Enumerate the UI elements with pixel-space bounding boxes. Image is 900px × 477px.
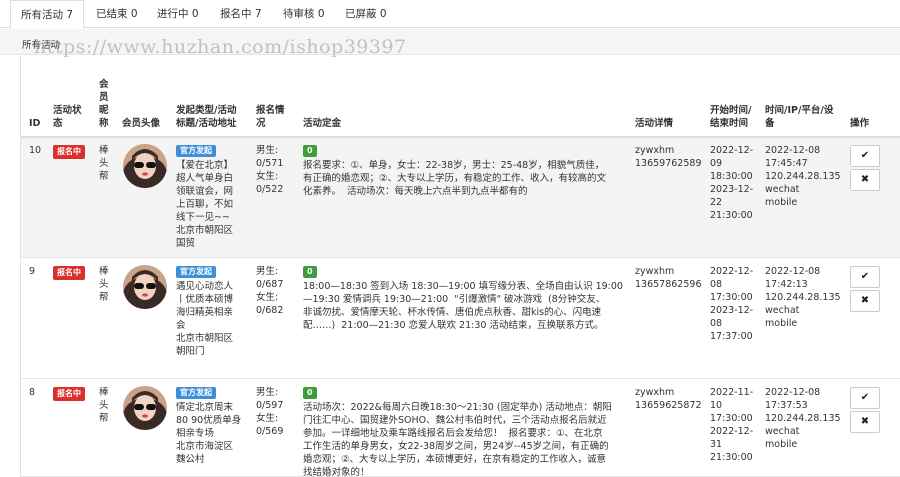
col-meta: 时间/IP/平台/设 备: [765, 105, 834, 129]
title-cell: 官方发起 遇见心动恋人 丨优质本硕博 海归精英相亲 会 北京市朝阳区 朝阳门: [176, 265, 254, 358]
activity-content: 18:00—18:30 签到入场 18:30—19:00 填写缘分表、全场自由认…: [303, 281, 623, 331]
signup-count: 男生: 0/571 女生: 0/522: [256, 145, 284, 195]
status-cell: 报名中: [53, 266, 85, 280]
avatar: [123, 144, 167, 188]
fee-badge: 0: [303, 387, 317, 399]
col-status: 活动状 态: [53, 105, 82, 129]
avatar: [123, 386, 167, 430]
fee-badge: 0: [303, 266, 317, 278]
row-id: 10: [29, 145, 42, 156]
title-cell: 官方发起 【爱在北京】 超人气单身白 领联谊会，网 上百聊，不如 线下一见~~ …: [176, 144, 254, 250]
col-id: ID: [29, 118, 41, 129]
col-nickname: 会 员 昵 称: [99, 79, 109, 129]
activity-detail: zywxhm 13659625872: [635, 387, 702, 411]
time-ip-platform: 2022-12-08 17:42:13 120.244.28.135 wecha…: [765, 266, 841, 329]
status-cell: 报名中: [53, 387, 85, 401]
status-badge: 报名中: [53, 266, 85, 280]
tab-blocked[interactable]: 已屏蔽 0: [335, 0, 397, 28]
fee-cell: 0 18:00—18:30 签到入场 18:30—19:00 填写缘分表、全场自…: [303, 265, 629, 332]
activity-title[interactable]: 【爱在北京】 超人气单身白 领联谊会，网 上百聊，不如 线下一见~~ 北京市朝阳…: [176, 159, 254, 250]
reject-button[interactable]: ✖: [850, 290, 880, 312]
avatar-portrait: [123, 144, 167, 188]
activity-content: 活动场次：2022&每周六日晚18:30～21:30 (固定举办) 活动地点：朝…: [303, 402, 612, 477]
status-cell: 报名中: [53, 145, 85, 159]
start-end-time: 2022-12- 08 17:30:00 2023-12- 08 17:37:0…: [710, 266, 754, 342]
approve-button[interactable]: ✔: [850, 387, 880, 409]
official-badge: 官方发起: [176, 145, 216, 157]
avatar: [123, 265, 167, 309]
official-badge: 官方发起: [176, 387, 216, 399]
x-icon: ✖: [860, 174, 870, 185]
check-icon: ✔: [860, 150, 870, 161]
tab-all[interactable]: 所有活动 7: [10, 0, 85, 29]
row-id: 8: [29, 387, 36, 398]
breadcrumb: 所有活动: [0, 29, 900, 55]
activity-title[interactable]: 情定北京周末 80 90优质单身 相亲专场 北京市海淀区 魏公村: [176, 401, 254, 466]
table-row: 10 报名中 棒 头 帮 官方发起 【爱在北京】 超人气单身白 领联谊会，网 上…: [21, 138, 900, 258]
activity-table: ID 活动状 态 会 员 昵 称 会员头像 发起类型/活动 标题/活动地址 报名…: [20, 56, 900, 477]
breadcrumb-label: 所有活动: [22, 40, 61, 51]
official-badge: 官方发起: [176, 266, 216, 278]
col-detail: 活动详情: [635, 118, 674, 129]
col-avatar: 会员头像: [122, 118, 161, 129]
row-nickname: 棒 头 帮: [99, 387, 109, 424]
status-badge: 报名中: [53, 387, 85, 401]
fee-badge: 0: [303, 145, 317, 157]
col-type-title: 发起类型/活动 标题/活动地址: [176, 105, 237, 129]
x-icon: ✖: [860, 416, 870, 427]
col-ops: 操作: [850, 118, 870, 129]
col-time: 开始时间/ 结束时间: [710, 105, 752, 129]
col-signup: 报名情 况: [256, 105, 285, 129]
activity-title[interactable]: 遇见心动恋人 丨优质本硕博 海归精英相亲 会 北京市朝阳区 朝阳门: [176, 280, 254, 358]
fee-cell: 0 活动场次：2022&每周六日晚18:30～21:30 (固定举办) 活动地点…: [303, 386, 629, 477]
table-row: 9 报名中 棒 头 帮 官方发起 遇见心动恋人 丨优质本硕博 海归精英相亲 会 …: [21, 259, 900, 379]
time-ip-platform: 2022-12-08 17:37:53 120.244.28.135 wecha…: [765, 387, 841, 450]
avatar-portrait: [123, 265, 167, 309]
row-nickname: 棒 头 帮: [99, 145, 109, 182]
title-cell: 官方发起 情定北京周末 80 90优质单身 相亲专场 北京市海淀区 魏公村: [176, 386, 254, 466]
start-end-time: 2022-12- 09 18:30:00 2023-12- 22 21:30:0…: [710, 145, 754, 221]
x-icon: ✖: [860, 295, 870, 306]
avatar-portrait: [123, 386, 167, 430]
tab-pending[interactable]: 待审核 0: [273, 0, 335, 28]
activity-detail: zywxhm 13659762589: [635, 145, 702, 169]
reject-button[interactable]: ✖: [850, 169, 880, 191]
tab-ongoing[interactable]: 进行中 0: [147, 0, 209, 28]
check-icon: ✔: [860, 392, 870, 403]
row-nickname: 棒 头 帮: [99, 266, 109, 303]
status-badge: 报名中: [53, 145, 85, 159]
table-row: 8 报名中 棒 头 帮 官方发起 情定北京周末 80 90优质单身 相亲专场 北…: [21, 380, 900, 477]
tab-bar: 所有活动 7 已结束 0 进行中 0 报名中 7 待审核 0 已屏蔽 0: [0, 0, 900, 29]
time-ip-platform: 2022-12-08 17:45:47 120.244.28.135 wecha…: [765, 145, 841, 208]
reject-button[interactable]: ✖: [850, 411, 880, 433]
check-icon: ✔: [860, 271, 870, 282]
fee-cell: 0 报名要求：①、单身，女士：22-38岁，男士：25-48岁，相貌气质佳， 有…: [303, 144, 629, 198]
tab-signup[interactable]: 报名中 7: [210, 0, 272, 28]
activity-content: 报名要求：①、单身，女士：22-38岁，男士：25-48岁，相貌气质佳， 有正确…: [303, 160, 607, 197]
approve-button[interactable]: ✔: [850, 145, 880, 167]
col-fee: 活动定金: [303, 118, 342, 129]
signup-count: 男生: 0/687 女生: 0/682: [256, 266, 284, 316]
table-header: ID 活动状 态 会 员 昵 称 会员头像 发起类型/活动 标题/活动地址 报名…: [21, 56, 900, 138]
signup-count: 男生: 0/597 女生: 0/569: [256, 387, 284, 437]
activity-detail: zywxhm 13657862596: [635, 266, 702, 290]
start-end-time: 2022-11- 10 17:30:00 2022-12- 31 21:30:0…: [710, 387, 754, 463]
approve-button[interactable]: ✔: [850, 266, 880, 288]
tab-ended[interactable]: 已结束 0: [86, 0, 148, 28]
row-id: 9: [29, 266, 36, 277]
